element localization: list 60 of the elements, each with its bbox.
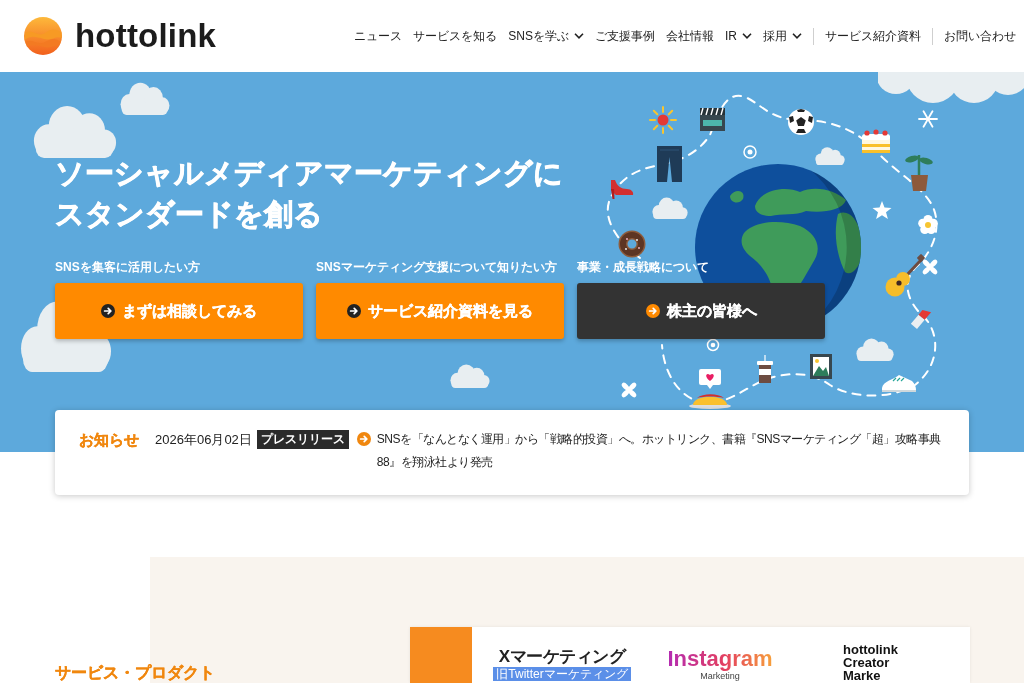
high-heel-icon — [611, 180, 634, 199]
nav-link[interactable]: サービス紹介資料 — [825, 28, 921, 44]
chevron-down-icon — [574, 33, 584, 39]
cloud-illustration — [652, 197, 688, 219]
cloud-illustration — [856, 338, 894, 361]
soccer-ball-icon — [788, 109, 814, 135]
nav-link[interactable]: 会社情報 — [666, 28, 714, 44]
guitar-icon — [885, 253, 926, 297]
news-link[interactable]: SNSを「なんとなく運用」から「戦略的投資」へ。ホットリンク、書籍『SNSマーケティング「超」攻略事典88』を翔泳社より発売 — [376, 428, 957, 474]
cloud-illustration — [120, 82, 170, 115]
news-date: 2026年06月02日 — [155, 431, 252, 449]
nav-link[interactable]: 採用 — [763, 28, 802, 44]
donut-icon — [618, 230, 646, 258]
cake-icon — [862, 129, 890, 153]
nav-link[interactable]: SNSを学ぶ — [508, 28, 584, 44]
hero-headline: ソーシャルメディアマーケティングに スタンダードを創る — [55, 156, 563, 232]
omelet-icon — [689, 394, 731, 409]
nav-link[interactable]: お問い合わせ — [944, 28, 1016, 44]
star-icon — [872, 201, 892, 220]
lipstick-icon — [910, 310, 932, 329]
arrow-circle-icon — [356, 432, 371, 446]
section-heading: サービス・プロダクト — [55, 663, 215, 682]
potted-plant-icon — [905, 155, 933, 191]
service-logo[interactable]: hottolink Creator Marke — [843, 643, 898, 682]
service-logo[interactable]: Xマーケティング — [498, 647, 626, 666]
cloud-illustration — [450, 364, 490, 388]
logo-link[interactable]: hottolink — [24, 17, 217, 55]
cloud-illustration — [815, 147, 845, 165]
clapperboard-icon — [700, 107, 725, 131]
arrow-circle-icon — [101, 304, 115, 318]
arrow-circle-icon — [347, 304, 361, 318]
sneaker-icon — [882, 375, 916, 392]
jeans-icon — [657, 146, 682, 182]
nav-link[interactable]: ご支援事例 — [595, 28, 655, 44]
cta-caption: SNSを集客に活用したい方 — [55, 260, 200, 275]
cta-caption: 事業・成長戦略について — [577, 260, 709, 275]
nav-link[interactable]: IR — [725, 28, 752, 44]
card-accent-bar — [410, 627, 472, 683]
target-icon — [706, 338, 720, 352]
cross-icon — [621, 382, 637, 398]
chevron-down-icon — [742, 33, 752, 39]
heart-bubble-icon — [699, 369, 721, 389]
cta-caption: SNSマーケティング支援について知りたい方 — [316, 260, 557, 275]
sun-icon — [649, 106, 677, 134]
flower-icon — [918, 214, 938, 234]
nav-link[interactable]: ニュース — [354, 28, 403, 44]
arrow-circle-icon — [645, 304, 660, 318]
snowflake-icon — [918, 110, 938, 128]
cta-button[interactable]: 株主の皆様へ — [577, 283, 825, 339]
logo-icon — [24, 17, 62, 55]
coffee-cup-icon — [757, 354, 773, 383]
logo-badge: 旧Twitterマーケティング — [493, 667, 631, 681]
news-tag: プレスリリース — [256, 430, 349, 449]
picture-frame-icon — [810, 354, 832, 379]
news-heading: お知らせ — [79, 430, 140, 450]
cross-icon — [922, 259, 938, 275]
chevron-down-icon — [792, 33, 802, 39]
logo-subtitle: Marketing — [700, 671, 740, 681]
target-icon — [743, 145, 757, 159]
nav-link[interactable]: サービスを知る — [413, 28, 498, 44]
